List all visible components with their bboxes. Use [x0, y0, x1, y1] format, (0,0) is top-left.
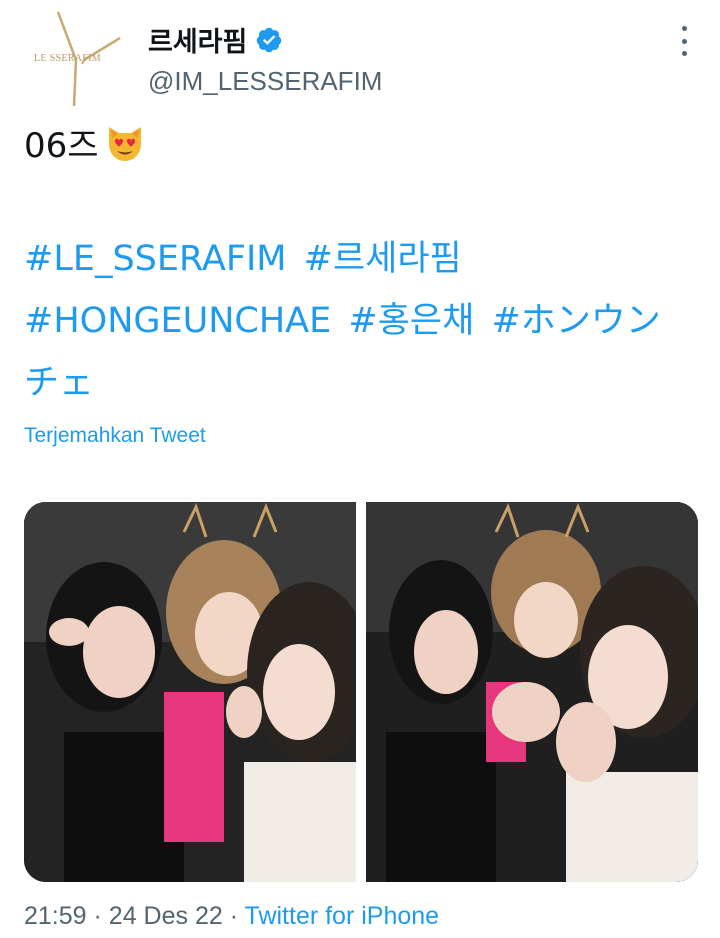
- hashtag-link[interactable]: #HONGEUNCHAE: [24, 301, 331, 341]
- verified-badge-icon: [257, 27, 282, 52]
- media-grid: [24, 502, 698, 882]
- translate-link[interactable]: Terjemahkan Tweet: [24, 424, 206, 448]
- tweet-date[interactable]: 24 Des 22: [109, 902, 223, 930]
- hashtag-list: #LE_SSERAFIM #르세라핌 #HONGEUNCHAE #홍은채 #ホン…: [24, 228, 694, 414]
- tweet-text-line: 06즈: [24, 118, 704, 167]
- tweet-text-content: 06즈: [24, 126, 99, 166]
- photo-2[interactable]: [366, 502, 698, 882]
- hashtag-link[interactable]: #LE_SSERAFIM: [24, 239, 286, 279]
- hashtag-link[interactable]: #홍은채: [348, 301, 474, 341]
- tweet-time[interactable]: 21:59: [24, 902, 87, 930]
- tweet-header: LE SSERAFIM 르세라핌 @IM_LESSERAFIM: [24, 8, 704, 108]
- separator: ·: [93, 902, 102, 930]
- photo-1-image: [24, 502, 356, 882]
- tweet-meta: 21:59 · 24 Des 22 · Twitter for iPhone: [24, 902, 439, 931]
- display-name[interactable]: 르세라핌: [148, 20, 247, 59]
- logo-text: LE SSERAFIM: [34, 53, 101, 64]
- handle[interactable]: @IM_LESSERAFIM: [148, 66, 382, 97]
- photo-2-image: [366, 502, 698, 882]
- avatar[interactable]: LE SSERAFIM: [24, 8, 134, 108]
- tweet-text: 06즈: [24, 118, 704, 167]
- smiling-cat-heart-eyes-emoji: [108, 126, 141, 161]
- name-row: 르세라핌: [148, 20, 283, 59]
- separator: ·: [229, 902, 239, 930]
- tweet-source-link[interactable]: Twitter for iPhone: [245, 902, 440, 930]
- photo-1[interactable]: [24, 502, 356, 882]
- hashtag-link[interactable]: #르세라핌: [304, 239, 462, 279]
- more-vertical-icon[interactable]: [672, 26, 696, 56]
